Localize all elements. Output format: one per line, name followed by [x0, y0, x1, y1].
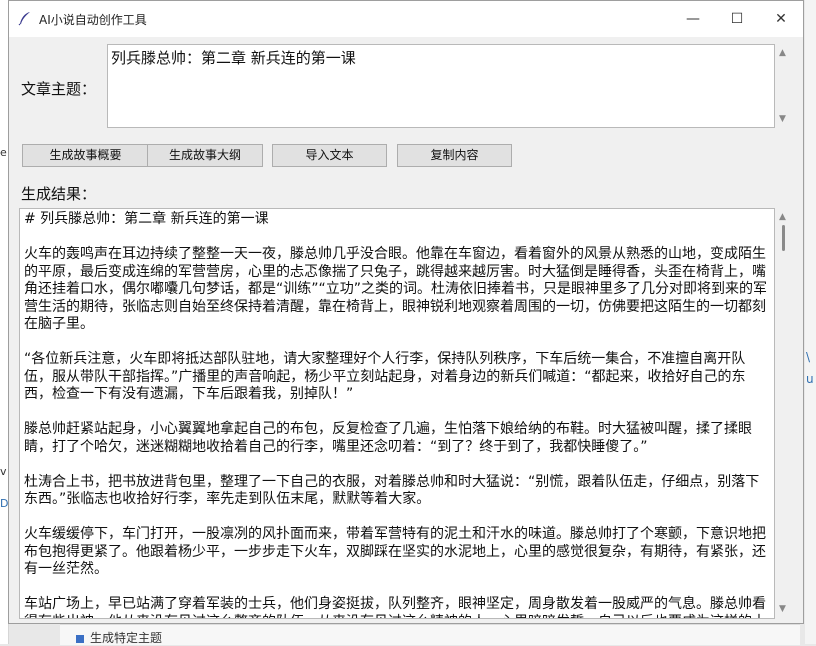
result-paragraph: 火车缓缓停下，车门打开，一股凛冽的风扑面而来，带着军营特有的泥土和汗水的味道。滕…: [24, 526, 766, 577]
result-paragraph: 火车的轰鸣声在耳边持续了整整一天一夜，滕总帅几乎没合眼。他靠在车窗边，看着窗外的…: [24, 246, 768, 332]
window-title: AI小说自动创作工具: [39, 13, 147, 27]
topic-label: 文章主题：: [21, 80, 97, 98]
scroll-down-icon[interactable]: ▼: [779, 604, 786, 614]
copy-content-button[interactable]: 复制内容: [397, 144, 512, 167]
feather-icon: [18, 12, 30, 26]
result-paragraph: 杜涛合上书，把书放进背包里，整理了一下自己的衣服，对着滕总帅和时大猛说：“别慌，…: [24, 473, 760, 508]
background-mark: \: [806, 350, 811, 364]
maximize-button[interactable]: ☐: [715, 1, 759, 37]
topic-scrollbar[interactable]: ▲ ▼: [775, 44, 793, 128]
result-label: 生成结果：: [21, 185, 97, 203]
scrollbar-thumb[interactable]: [782, 225, 785, 251]
title-bar[interactable]: AI小说自动创作工具 — ☐ ✕: [9, 1, 803, 37]
background-mark: u: [806, 372, 814, 386]
folder-icon: [76, 634, 84, 643]
result-paragraph: 滕总帅赶紧站起身，小心翼翼地拿起自己的布包，反复检查了几遍，生怕落下娘给纳的布鞋…: [24, 421, 752, 455]
background-editor-bottom: 生成特定主题: [60, 624, 800, 645]
scroll-down-icon[interactable]: ▼: [779, 114, 786, 124]
app-window: AI小说自动创作工具 — ☐ ✕ 文章主题： 列兵滕总帅：第二章 新兵连的第一课…: [8, 0, 804, 624]
background-editor-right-edge: \ u: [805, 0, 816, 644]
background-tree-item: 生成特定主题: [76, 629, 162, 646]
topic-input[interactable]: 列兵滕总帅：第二章 新兵连的第一课: [107, 44, 775, 128]
generate-outline-button[interactable]: 生成故事大纲: [147, 144, 263, 167]
import-text-button[interactable]: 导入文本: [272, 144, 387, 167]
result-heading: # 列兵滕总帅：第二章 新兵连的第一课: [24, 211, 269, 227]
background-glyph: v: [0, 465, 7, 478]
result-paragraph: “各位新兵注意，火车即将抵达部队驻地，请大家整理好个人行李，保持队列秩序，下车后…: [24, 351, 746, 402]
result-textarea[interactable]: # 列兵滕总帅：第二章 新兵连的第一课 火车的轰鸣声在耳边持续了整整一天一夜，滕…: [19, 208, 775, 619]
minimize-button[interactable]: —: [671, 1, 715, 37]
scroll-up-icon[interactable]: ▲: [779, 212, 786, 222]
close-button[interactable]: ✕: [759, 1, 803, 37]
result-scrollbar[interactable]: ▲ ▼: [775, 208, 793, 619]
result-paragraph: 车站广场上，早已站满了穿着军装的士兵，他们身姿挺拔，队列整齐，眼神坚定，周身散发…: [24, 596, 766, 618]
generate-summary-button[interactable]: 生成故事概要: [22, 144, 149, 167]
background-glyph: e: [0, 146, 7, 159]
background-tree-item-label: 生成特定主题: [90, 631, 163, 645]
scroll-up-icon[interactable]: ▲: [779, 48, 786, 58]
